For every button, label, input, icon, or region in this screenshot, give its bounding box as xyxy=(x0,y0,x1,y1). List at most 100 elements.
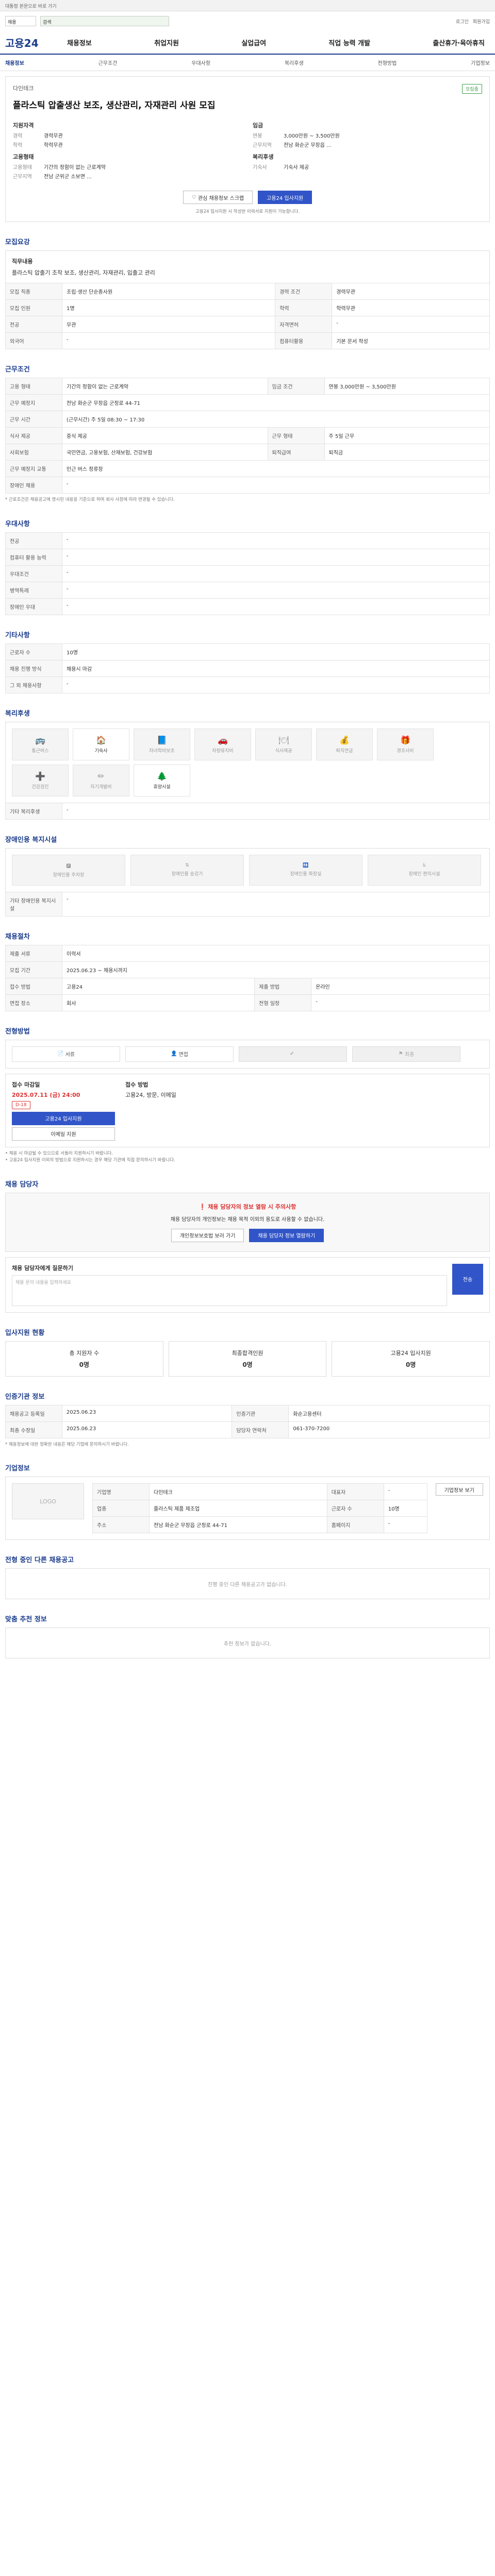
welfare-item: 🏠 기숙사 xyxy=(73,728,129,760)
gnb-item[interactable]: 직업 능력 개발 xyxy=(323,38,375,47)
question-submit-button[interactable]: 전송 xyxy=(452,1263,483,1295)
welfare-item: ✏ 자기개발비 xyxy=(73,764,129,796)
table-cell: 2025.06.23 ~ 채용시까지 xyxy=(62,961,490,978)
welfare-item: 🍽 식사제공 xyxy=(255,728,312,760)
car-icon: 🚗 xyxy=(218,735,228,745)
section-title: 근무조건 xyxy=(5,366,30,374)
table-row: 채용 진행 방식 채용시 마감 xyxy=(5,659,490,677)
gnb-item[interactable]: 실업급여 xyxy=(236,38,271,47)
company-table: 기업명 다인테크 대표자 - 업종 플라스틱 제품 제조업 근로자 수 10명 주소 전남 화… xyxy=(92,1483,427,1534)
table-cell: 061-370-7200 xyxy=(288,1421,490,1438)
summary-heading: 복리후생 xyxy=(253,154,274,160)
kv-value: 전남 화순군 무장읍 ... xyxy=(284,143,332,148)
status-card: 고용24 입사지원 0명 xyxy=(332,1341,490,1377)
kv-key: 근무지역 xyxy=(253,143,272,148)
question-input[interactable]: 채용 문의 내용을 입력하세요 xyxy=(12,1275,447,1306)
gnb-item[interactable]: 채용정보 xyxy=(62,38,97,47)
table-row: 모집 직종 조립·생산 단순종사원 경력 조건 경력무관 xyxy=(5,283,490,300)
table-row: 최종 수정일 2025.06.23 담당자 연락처 061-370-7200 xyxy=(5,1421,490,1438)
table-cell: - xyxy=(383,1516,427,1534)
tab-welfare[interactable]: 복리후생 xyxy=(285,59,304,66)
welfare-label: 차량유지비 xyxy=(212,748,234,754)
table-cell: 무관 xyxy=(61,316,276,333)
welfare-label: 건강검진 xyxy=(31,784,49,790)
apply-button-2[interactable]: 고용24 입사지원 xyxy=(12,1111,115,1125)
skip-nav[interactable]: 대통령 본문으로 바로 가기 xyxy=(0,0,495,11)
table-row: 외국어 - 컴퓨터활용 기본 문서 작성 xyxy=(5,332,490,349)
table-cell: 전남 화순군 무장읍 군정로 44-71 xyxy=(62,394,490,411)
status-label: 최종합격인원 xyxy=(232,1349,263,1357)
table-cell: 학력무관 xyxy=(332,299,490,316)
kv-key: 학력 xyxy=(13,143,23,148)
search-category-select[interactable]: 채용 xyxy=(5,16,36,26)
tab-preference[interactable]: 우대사항 xyxy=(191,59,210,66)
table-cell: - xyxy=(62,891,490,917)
table-row: 모집 기간 2025.06.23 ~ 채용시까지 xyxy=(5,961,490,978)
question-label: 채용 담당자에게 질문하기 xyxy=(12,1264,73,1272)
company-info-button[interactable]: 기업정보 보기 xyxy=(435,1483,483,1496)
contact-message: 채용 담당자의 개인정보는 채용 목적 이외의 용도로 사용할 수 없습니다. xyxy=(170,1216,325,1223)
recruit-duties: 직무내용 플라스틱 압출기 조작 보조, 생산관리, 자재관리, 입출고 관리 xyxy=(5,250,490,283)
gift-icon: 🎁 xyxy=(400,735,410,745)
table-row: 사회보험 국민연금, 고용보험, 산재보험, 건강보험 퇴직급여 퇴직금 xyxy=(5,444,490,461)
table-cell: 인근 버스 정류장 xyxy=(62,460,490,477)
table-header: 임금 조건 xyxy=(267,378,325,395)
accessible-icon: ♿ xyxy=(422,863,427,869)
welfare-label: 식사제공 xyxy=(275,748,292,754)
parking-icon: 🅿 xyxy=(66,863,71,869)
scrap-button[interactable]: ♡ 관심 채용정보 스크랩 xyxy=(183,191,253,204)
table-header: 접수 방법 xyxy=(5,977,62,995)
table-cell: - xyxy=(332,316,490,333)
table-row: 전공 무관 자격면허 - xyxy=(5,316,490,333)
site-logo[interactable]: 고용24 xyxy=(5,35,62,50)
privacy-law-button[interactable]: 개인정보보호법 보러 가기 xyxy=(171,1228,244,1242)
view-contact-button[interactable]: 채용 담당자 정보 열람하기 xyxy=(249,1228,324,1242)
summary-heading: 임금 xyxy=(253,122,263,129)
tab-recruit[interactable]: 채용정보 xyxy=(5,59,24,66)
section-title: 전형방법 xyxy=(5,1027,30,1036)
table-row: 식사 제공 중식 제공 근무 형태 주 5일 근무 xyxy=(5,427,490,444)
table-cell: 화순고용센터 xyxy=(288,1404,490,1422)
table-cell: - xyxy=(383,1483,427,1501)
restroom-icon: 🚻 xyxy=(303,863,309,869)
table-row: 기타 장애인용 복지시설 - xyxy=(5,891,490,917)
email-apply-button[interactable]: 이메일 지원 xyxy=(12,1127,115,1141)
contact-warning: 채용 담당자의 정보 열람 시 주의사항 xyxy=(208,1203,296,1210)
table-cell: - xyxy=(62,532,490,549)
table-cell: 경력무관 xyxy=(332,283,490,300)
apply-button[interactable]: 고용24 입사지원 xyxy=(258,191,312,204)
health-icon: ➕ xyxy=(35,771,45,781)
table-cell: 1명 xyxy=(61,299,276,316)
table-row: 기업명 다인테크 대표자 - xyxy=(92,1483,427,1501)
table-header: 사회보험 xyxy=(5,444,62,461)
search-input[interactable]: 검색 xyxy=(40,16,169,26)
recommend-empty: 추천 정보가 없습니다. xyxy=(5,1628,490,1659)
table-cell: 회사 xyxy=(61,994,255,1011)
search-bar: 채용 검색 로그인 회원가입 xyxy=(0,11,495,31)
table-cell: 이력서 xyxy=(62,944,490,962)
table-header: 기타 복리후생 xyxy=(5,802,62,820)
facility-label: 장애인 편의시설 xyxy=(408,872,440,877)
company-name[interactable]: 다인테크 xyxy=(13,84,34,92)
table-header: 식사 제공 xyxy=(5,427,62,444)
table-cell: 기간의 정함이 없는 근로계약 xyxy=(62,378,268,395)
table-cell: 플라스틱 제품 제조업 xyxy=(149,1500,327,1517)
facility-item: ♿ 장애인 편의시설 xyxy=(368,854,481,886)
login-link[interactable]: 로그인 xyxy=(456,18,469,25)
join-link[interactable]: 회원가입 xyxy=(473,18,490,25)
welfare-grid: 🚌 통근버스 🏠 기숙사 📘 자녀학비보조 🚗 차량유지비 🍽 식사제공 💰 퇴직연금 🎁 경… xyxy=(5,721,490,803)
welfare-item: 🌲 휴양시설 xyxy=(134,764,190,796)
table-header: 최종 수정일 xyxy=(5,1421,62,1438)
table-cell: - xyxy=(62,565,490,582)
kv-value: 3,000만원 ~ 3,500만원 xyxy=(284,133,340,139)
flag-icon: ⚑ xyxy=(398,1051,405,1057)
method-footnote: • 고용24 입사지원 이외의 방법으로 지원하시는 경우 해당 기관에 직접 … xyxy=(5,1158,175,1163)
other-jobs-empty: 진행 중인 다른 채용공고가 없습니다. xyxy=(5,1568,490,1600)
table-header: 근로자 수 xyxy=(326,1500,384,1517)
tab-company[interactable]: 기업정보 xyxy=(471,59,490,66)
tab-method[interactable]: 전형방법 xyxy=(378,59,397,66)
table-cell: 10명 xyxy=(62,643,490,660)
tab-condition[interactable]: 근무조건 xyxy=(98,59,118,66)
gnb-item[interactable]: 출산휴가·육아휴직 xyxy=(427,38,490,47)
gnb-item[interactable]: 취업지원 xyxy=(149,38,184,47)
